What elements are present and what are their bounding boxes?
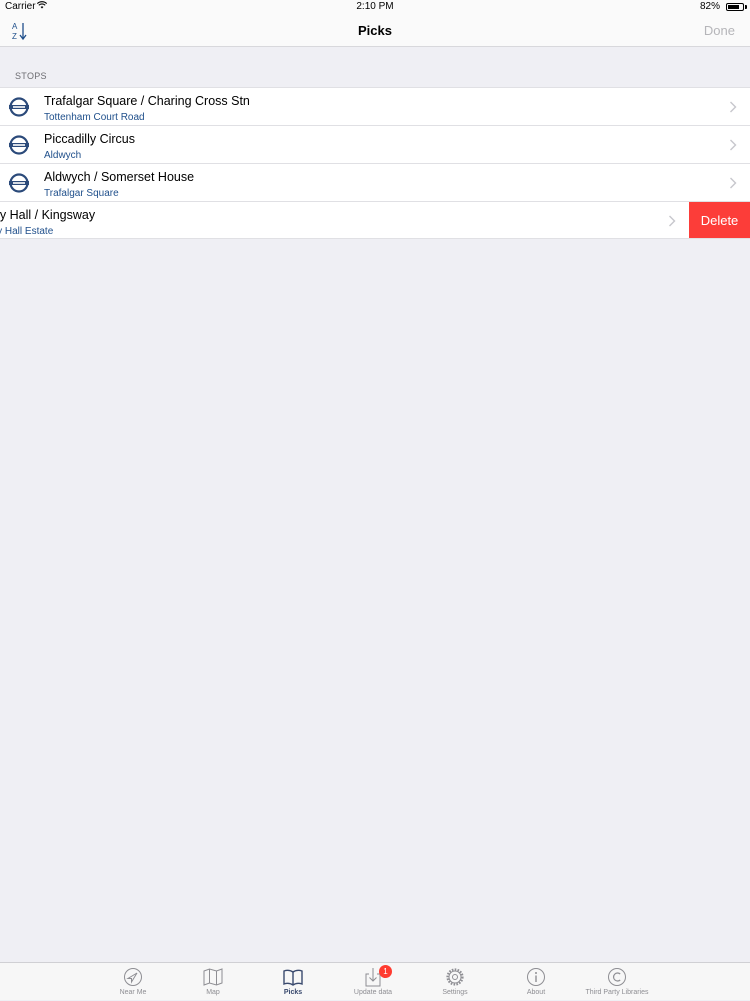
map-icon (203, 968, 223, 986)
stops-list: Trafalgar Square / Charing Cross Stn Tot… (0, 87, 750, 239)
tab-near-me[interactable]: Near Me (93, 963, 173, 1001)
stop-direction: ney Hall Estate (0, 226, 54, 237)
tab-label: Near Me (119, 989, 147, 996)
chevron-right-icon (669, 215, 676, 227)
chevron-right-icon (730, 139, 737, 151)
tab-picks[interactable]: Picks (253, 963, 333, 1001)
tab-label: Settings (442, 989, 468, 996)
gear-icon (446, 968, 464, 986)
done-button[interactable]: Done (704, 23, 735, 38)
stop-title: Piccadilly Circus (44, 132, 135, 146)
stop-direction: Aldwych (44, 150, 82, 161)
bus-stop-icon (9, 173, 29, 193)
stop-row[interactable]: Aldwych / Somerset House Trafalgar Squar… (0, 163, 750, 201)
location-arrow-icon (124, 968, 142, 986)
tab-label: Map (206, 989, 220, 996)
stop-title: Trafalgar Square / Charing Cross Stn (44, 94, 250, 108)
stop-title: Aldwych / Somerset House (44, 170, 195, 184)
clock: 2:10 PM (356, 1, 394, 12)
stop-row[interactable]: Piccadilly Circus Aldwych (0, 125, 750, 163)
page-title: Picks (358, 23, 392, 38)
update-badge: 1 (379, 965, 392, 978)
chevron-right-icon (730, 101, 737, 113)
tab-label: Picks (283, 989, 303, 996)
status-bar: Carrier 2:10 PM 82% (0, 0, 750, 14)
tab-third-party-libraries[interactable]: Third Party Libraries (577, 963, 657, 1001)
tab-label: Update data (353, 989, 393, 996)
section-header: STOPS (15, 71, 47, 81)
tab-label: About (526, 989, 546, 996)
tab-label: Third Party Libraries (585, 989, 649, 996)
stop-title: ney Hall / Kingsway (0, 208, 96, 222)
battery-nub (745, 5, 747, 9)
delete-button[interactable]: Delete (689, 202, 750, 238)
copyright-icon (608, 968, 626, 986)
tab-bar: Near Me Map Picks 1 Update data Settings… (0, 962, 750, 1000)
tab-about[interactable]: About (496, 963, 576, 1001)
stop-direction: Trafalgar Square (44, 188, 119, 199)
info-icon (527, 968, 545, 986)
battery-icon (726, 3, 744, 11)
book-icon (283, 969, 303, 986)
bus-stop-icon (9, 135, 29, 155)
tab-update-data[interactable]: 1 Update data (333, 963, 413, 1001)
chevron-right-icon (730, 177, 737, 189)
stop-direction: Tottenham Court Road (44, 112, 145, 123)
bus-stop-icon (9, 97, 29, 117)
navigation-bar: A Z Picks Done (0, 14, 750, 47)
stop-row[interactable]: Trafalgar Square / Charing Cross Stn Tot… (0, 87, 750, 125)
battery-fill (728, 5, 739, 9)
tab-map[interactable]: Map (173, 963, 253, 1001)
battery-percent: 82% (699, 1, 720, 12)
stop-row-swiped[interactable]: ney Hall / Kingsway ney Hall Estate Dele… (0, 201, 750, 239)
tab-settings[interactable]: Settings (415, 963, 495, 1001)
